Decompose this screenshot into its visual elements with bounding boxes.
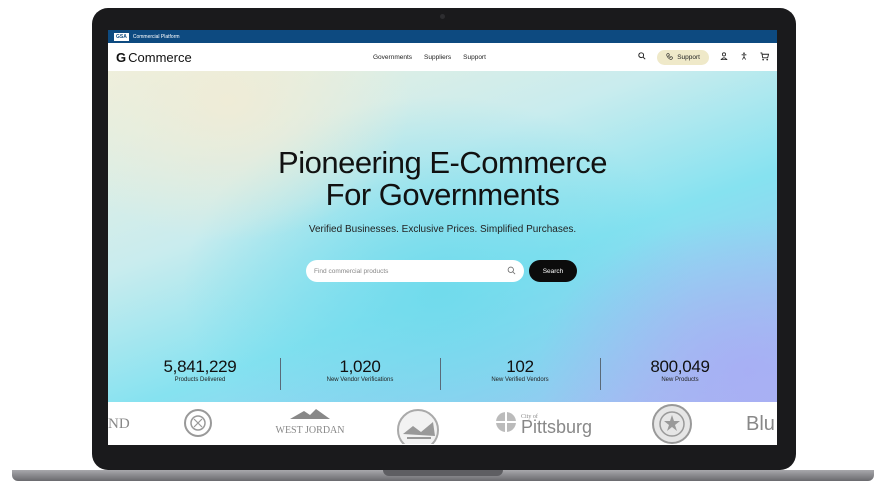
support-button-label: Support xyxy=(677,53,700,61)
hero-subtitle: Verified Businesses. Exclusive Prices. S… xyxy=(308,224,577,235)
logo-seal-pierce-county xyxy=(391,404,445,445)
logo-west-jordan-text: WEST JORDAN xyxy=(275,425,345,436)
support-button[interactable]: Support xyxy=(657,49,709,65)
nav-link-governments[interactable]: Governments xyxy=(373,54,412,61)
nav-link-support[interactable]: Support xyxy=(463,54,486,61)
phone-icon xyxy=(666,52,673,62)
gov-banner: GSA Commercial Platform xyxy=(108,30,777,43)
stat-vendor-verifications: 1,020 New Vendor Verifications xyxy=(280,357,440,383)
stat-value: 800,049 xyxy=(650,357,710,376)
top-nav: G Commerce Governments Suppliers Support… xyxy=(108,43,777,71)
logo-seal-tennessee xyxy=(182,408,214,443)
hero-title: Pioneering E-Commerce For Governments xyxy=(108,147,777,211)
logo-pittsburgh: City of Pittsburg xyxy=(494,410,593,437)
stat-new-products: 800,049 New Products xyxy=(600,357,760,383)
hero-section: Pioneering E-Commerce For Governments Ve… xyxy=(108,71,777,402)
logo-pittsburgh-text: Pittsburg xyxy=(521,417,593,437)
stat-label: New Products xyxy=(661,377,699,383)
logo-mark: G xyxy=(116,49,127,65)
site-logo[interactable]: G Commerce xyxy=(116,50,192,65)
nav-links: Governments Suppliers Support xyxy=(373,54,486,61)
gov-banner-text: Commercial Platform xyxy=(132,33,180,40)
hero-title-line-1: Pioneering E-Commerce xyxy=(278,145,607,180)
stat-value: 102 xyxy=(506,357,534,376)
stat-verified-vendors: 102 New Verified Vendors xyxy=(440,357,600,383)
logo-west-jordan: WEST JORDAN xyxy=(268,406,352,436)
laptop-screen: GSA Commercial Platform G Commerce Gover… xyxy=(108,30,777,445)
logo-text: Commerce xyxy=(128,49,192,65)
stat-label: Products Delivered xyxy=(174,377,226,383)
city-seal-icon xyxy=(496,412,516,432)
search-bar xyxy=(306,260,524,282)
stats-bar: 5,841,229 Products Delivered 1,020 New V… xyxy=(108,357,777,391)
customer-logos-strip: ND WEST JORDAN City of Pittsburg Blu xyxy=(108,402,777,445)
gsa-badge: GSA xyxy=(114,32,129,41)
cart-icon[interactable] xyxy=(759,51,769,63)
accessibility-icon[interactable] xyxy=(739,52,749,62)
logo-partial-left: ND xyxy=(108,416,130,432)
stat-label: New Verified Vendors xyxy=(491,377,549,383)
hero-title-line-2: For Governments xyxy=(325,177,560,212)
search-button[interactable]: Search xyxy=(529,260,577,282)
logo-partial-right: Blu xyxy=(746,413,775,435)
nav-link-suppliers[interactable]: Suppliers xyxy=(424,54,451,61)
stat-products-delivered: 5,841,229 Products Delivered xyxy=(120,357,280,383)
logo-seal-texas xyxy=(651,403,693,445)
stat-value: 5,841,229 xyxy=(163,357,237,376)
webcam xyxy=(440,14,445,19)
mountain-icon xyxy=(290,409,330,419)
user-icon[interactable] xyxy=(719,52,729,62)
search-input[interactable] xyxy=(314,267,507,275)
search-field-icon[interactable] xyxy=(507,266,516,277)
stat-label: New Vendor Verifications xyxy=(326,377,394,383)
search-icon[interactable] xyxy=(637,52,647,62)
nav-actions: Support xyxy=(637,49,769,65)
laptop-base-notch xyxy=(383,470,503,476)
stat-value: 1,020 xyxy=(339,357,381,376)
